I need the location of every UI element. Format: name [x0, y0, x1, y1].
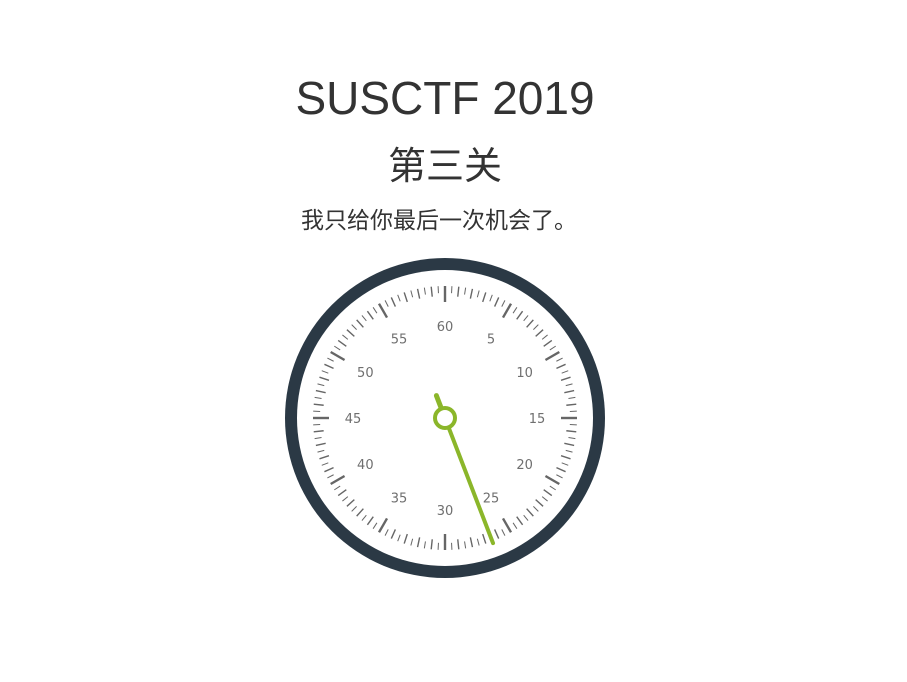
page: SUSCTF 2019 第三关 我只给你最后一次机会了。 60 5 10 15 20 25…: [0, 0, 907, 682]
stopwatch-label: 30: [437, 504, 454, 519]
level-heading: 第三关: [387, 146, 502, 188]
message-text: 我只给你最后一次机会了。: [301, 207, 577, 233]
stopwatch-center-hub: [433, 406, 457, 430]
stopwatch: 60 5 10 15 20 25 30 35 40 45 50 55: [275, 248, 615, 588]
page-title: SUSCTF 2019: [295, 72, 595, 124]
stopwatch-label: 25: [483, 492, 500, 507]
stopwatch-label: 40: [357, 458, 374, 473]
stopwatch-label: 15: [529, 412, 546, 427]
stopwatch-svg: 60 5 10 15 20 25 30 35 40 45 50 55: [285, 258, 605, 578]
stopwatch-label: 60: [437, 320, 454, 335]
stopwatch-label: 50: [357, 366, 374, 381]
stopwatch-label: 10: [516, 366, 533, 381]
stopwatch-label: 35: [391, 492, 408, 507]
stopwatch-label: 45: [345, 412, 362, 427]
stopwatch-label: 20: [516, 458, 533, 473]
stopwatch-label: 55: [391, 332, 408, 347]
stopwatch-label: 5: [487, 332, 495, 347]
